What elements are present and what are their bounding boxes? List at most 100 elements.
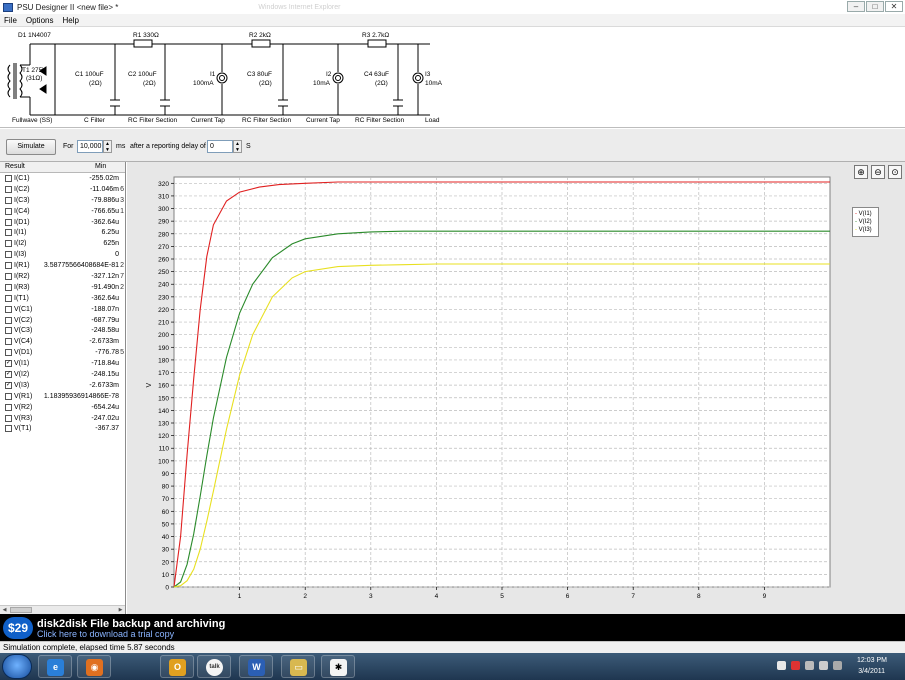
result-column-header[interactable]: Result (0, 162, 90, 172)
result-row[interactable]: V(D1) -776.78 5 (0, 347, 125, 358)
result-row[interactable]: V(R1) 1.18395936914866E-78 (0, 391, 125, 402)
result-checkbox[interactable] (5, 414, 12, 422)
result-row[interactable]: ✓ V(I2) -248.15u (0, 369, 125, 380)
taskbar-app-button[interactable]: ◉ (77, 655, 111, 678)
result-row[interactable]: ✓ V(I3) -2.6733m (0, 380, 125, 391)
delay-input[interactable]: 0 (207, 140, 233, 153)
result-checkbox[interactable]: ✓ (5, 381, 12, 389)
start-button[interactable] (2, 654, 32, 679)
menu-file[interactable]: File (4, 16, 17, 25)
result-checkbox[interactable] (5, 327, 12, 335)
result-name: V(C2) (14, 316, 33, 324)
taskbar-app-button[interactable]: W (239, 655, 273, 678)
result-checkbox[interactable] (5, 294, 12, 302)
zoom-in-icon[interactable]: ⊕ (854, 165, 868, 179)
minimize-button[interactable]: – (847, 1, 865, 12)
taskbar-app-button[interactable]: talk (197, 655, 231, 678)
result-checkbox[interactable]: ✓ (5, 370, 12, 378)
y-tick-label: 190 (158, 345, 169, 352)
results-horizontal-scrollbar[interactable]: ◀ ▶ (0, 605, 125, 614)
flag-icon[interactable] (791, 661, 800, 670)
result-row[interactable]: I(T1) -362.64u (0, 293, 125, 304)
result-min-value: -776.78 (95, 349, 119, 357)
maximize-button[interactable]: □ (866, 1, 884, 12)
result-row[interactable]: ✓ V(I1) -718.84u (0, 358, 125, 369)
result-checkbox[interactable]: ✓ (5, 360, 12, 368)
result-row[interactable]: V(T1) -367.37 (0, 423, 125, 434)
min-column-header[interactable]: Min (90, 162, 124, 172)
result-checkbox[interactable] (5, 403, 12, 411)
result-row[interactable]: I(C3) -79.886u 3 (0, 195, 125, 206)
result-row[interactable]: I(C1) -255.02m (0, 173, 125, 184)
duration-input[interactable]: 10,000 (77, 140, 103, 153)
y-tick-label: 180 (158, 357, 169, 364)
menu-help[interactable]: Help (62, 16, 78, 25)
ms-label: ms (116, 143, 126, 150)
result-checkbox[interactable] (5, 305, 12, 313)
result-checkbox[interactable] (5, 240, 12, 248)
network-icon[interactable] (805, 661, 814, 670)
scroll-thumb[interactable] (10, 607, 32, 613)
volume-icon[interactable] (819, 661, 828, 670)
result-row[interactable]: V(C2) -687.79u (0, 315, 125, 326)
taskbar-app-button[interactable]: ▭ (281, 655, 315, 678)
x-tick-label: 7 (631, 593, 635, 600)
result-row[interactable]: V(C4) -2.6733m (0, 336, 125, 347)
result-checkbox[interactable] (5, 392, 12, 400)
result-row[interactable]: I(I1) 6.25u (0, 227, 125, 238)
result-row[interactable]: V(C1) -188.07n (0, 304, 125, 315)
result-row[interactable]: I(R1) 3.587755664086​84E-81 2 (0, 260, 125, 271)
result-row[interactable]: I(C2) -11.046m 6 (0, 184, 125, 195)
result-checkbox[interactable] (5, 174, 12, 182)
result-name: V(T1) (14, 425, 32, 433)
y-tick-label: 10 (162, 572, 170, 579)
result-checkbox[interactable] (5, 349, 12, 357)
result-row[interactable]: V(C3) -248.58u (0, 325, 125, 336)
result-checkbox[interactable] (5, 338, 12, 346)
result-checkbox[interactable] (5, 283, 12, 291)
zoom-out-icon[interactable]: ⊖ (871, 165, 885, 179)
stage-label: C Filter (84, 117, 106, 124)
result-row[interactable]: I(R2) -327.12n 7 (0, 271, 125, 282)
result-name: I(T1) (14, 294, 29, 302)
y-tick-label: 60 (162, 509, 170, 516)
result-checkbox[interactable] (5, 316, 12, 324)
power-icon[interactable] (833, 661, 842, 670)
result-checkbox[interactable] (5, 196, 12, 204)
ad-download-link[interactable]: Click here to download a trial copy (37, 629, 174, 639)
result-row[interactable]: I(C4) -766.65u 1 (0, 206, 125, 217)
delay-spinner[interactable]: ▲ ▼ (233, 140, 242, 153)
result-row[interactable]: V(R2) -654.24u (0, 402, 125, 413)
result-row[interactable]: V(R3) -247.02u (0, 413, 125, 424)
scroll-right-icon[interactable]: ▶ (116, 606, 125, 614)
result-checkbox[interactable] (5, 272, 12, 280)
clock-date[interactable]: 3/4/2011 (858, 668, 885, 675)
menu-options[interactable]: Options (26, 16, 54, 25)
ad-banner[interactable]: $29 disk2disk File backup and archiving … (0, 614, 905, 641)
duration-spinner[interactable]: ▲ ▼ (103, 140, 112, 153)
zoom-reset-icon[interactable]: ⊙ (888, 165, 902, 179)
result-row[interactable]: I(I3) 0 (0, 249, 125, 260)
result-row[interactable]: I(I2) 625n (0, 238, 125, 249)
result-row[interactable]: I(R3) -91.490n 2 (0, 282, 125, 293)
result-checkbox[interactable] (5, 207, 12, 215)
close-button[interactable]: ✕ (885, 1, 903, 12)
result-checkbox[interactable] (5, 251, 12, 259)
up-arrow-icon[interactable] (777, 661, 786, 670)
menu-bar: File Options Help (0, 14, 905, 27)
result-checkbox[interactable] (5, 218, 12, 226)
taskbar-app-button[interactable]: e (38, 655, 72, 678)
result-checkbox[interactable] (5, 425, 12, 433)
result-min-value: -654.24u (91, 403, 119, 411)
taskbar-app-button[interactable]: ✱ (321, 655, 355, 678)
result-checkbox[interactable] (5, 262, 12, 270)
scroll-left-icon[interactable]: ◀ (0, 606, 9, 614)
voltage-chart[interactable]: 0 10 20 30 40 50 60 70 80 90 100 110 120 130 140 150 160… (127, 162, 905, 614)
clock-time[interactable]: 12:03 PM (857, 657, 887, 664)
taskbar-app-button[interactable]: O (160, 655, 194, 678)
result-checkbox[interactable] (5, 185, 12, 193)
simulate-button[interactable]: Simulate (6, 139, 56, 155)
result-checkbox[interactable] (5, 229, 12, 237)
result-row[interactable]: I(D1) -362.64u (0, 217, 125, 228)
y-tick-label: 270 (158, 244, 169, 251)
